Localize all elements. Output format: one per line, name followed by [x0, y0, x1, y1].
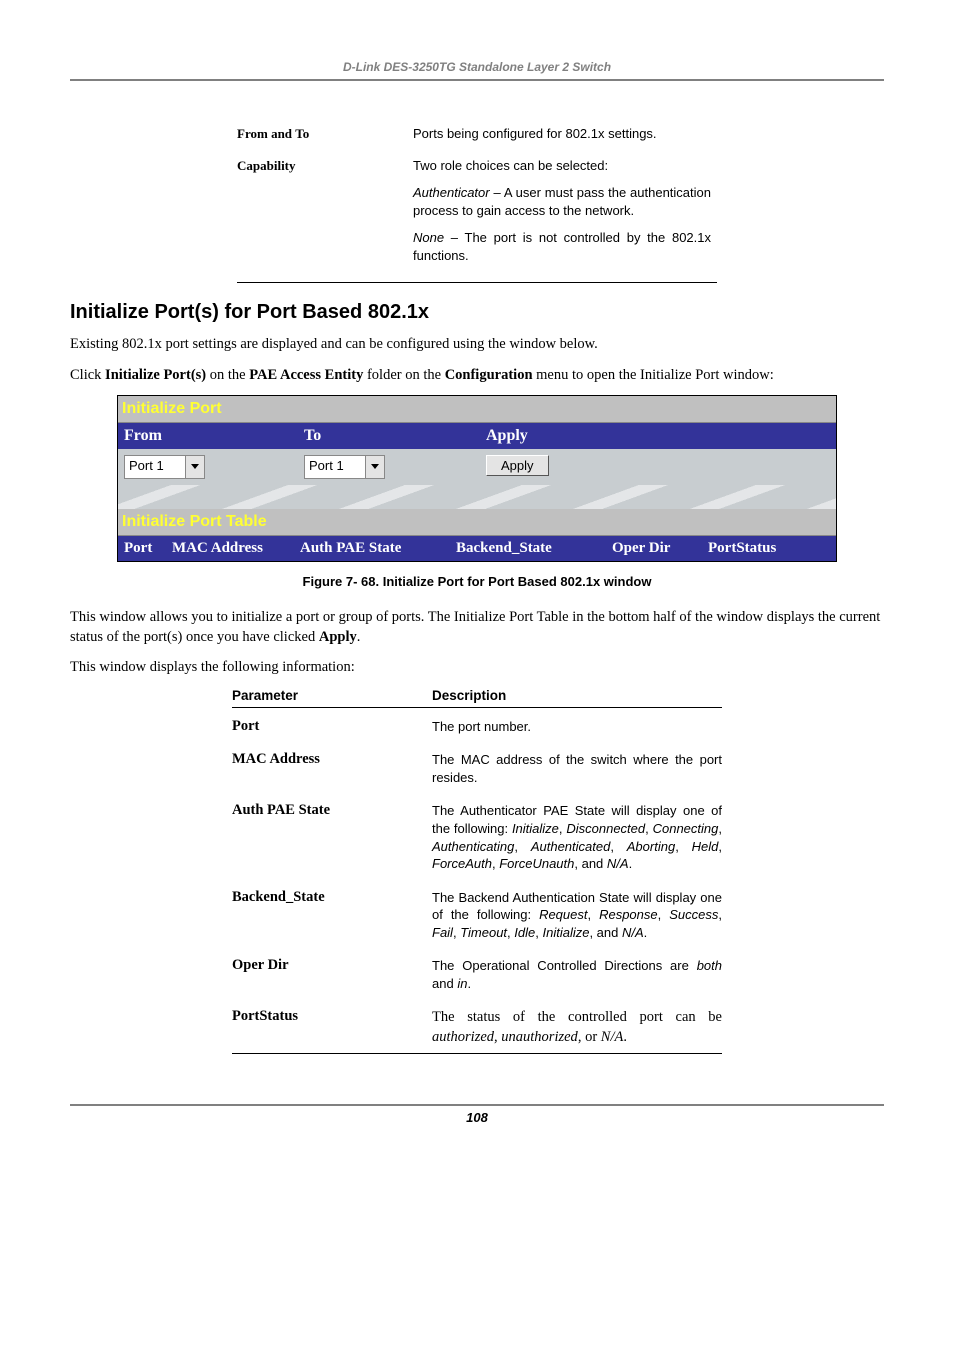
para-1: Existing 802.1x port settings are displa…	[70, 334, 884, 354]
param2-desc-extra2: None – The port is not controlled by the…	[413, 229, 717, 274]
param2-desc-extra1: Authenticator – A user must pass the aut…	[413, 184, 717, 229]
head-parameter: Parameter	[232, 688, 432, 703]
page-number: 108	[70, 1104, 884, 1125]
col-port-status: PortStatus	[702, 536, 836, 561]
chevron-down-icon[interactable]	[365, 456, 384, 478]
figure-caption: Figure 7- 68. Initialize Port for Port B…	[70, 574, 884, 589]
para-2: Click Initialize Port(s) on the PAE Acce…	[70, 365, 884, 385]
d-port: The port number.	[432, 718, 722, 736]
para-3: This window allows you to initialize a p…	[70, 607, 884, 648]
col-backend: Backend_State	[450, 536, 606, 561]
hdr-apply: Apply	[480, 423, 836, 449]
para-4: This window displays the following infor…	[70, 657, 884, 677]
d-port-status: The status of the controlled port can be…	[432, 1008, 722, 1047]
param1-desc: Ports being configured for 802.1x settin…	[413, 121, 717, 153]
d-backend: The Backend Authentication State will di…	[432, 889, 722, 942]
col-mac: MAC Address	[166, 536, 294, 561]
col-oper-dir: Oper Dir	[606, 536, 702, 561]
table-row: Oper Dir The Operational Controlled Dire…	[232, 947, 722, 998]
table-row: Port The port number.	[232, 708, 722, 742]
table-row: Backend_State The Backend Authentication…	[232, 879, 722, 948]
table-row: MAC Address The MAC address of the switc…	[232, 741, 722, 792]
param-table2-head: Parameter Description	[232, 688, 722, 708]
param-table-2: Parameter Description Port The port numb…	[232, 688, 722, 1055]
apply-button[interactable]: Apply	[486, 455, 549, 476]
d-auth-pae: The Authenticator PAE State will display…	[432, 802, 722, 872]
to-select[interactable]: Port 1	[304, 455, 385, 479]
param2-name: Capability	[237, 153, 413, 185]
p-auth-pae: Auth PAE State	[232, 802, 432, 819]
param-table-1: From and To Ports being configured for 8…	[237, 121, 717, 274]
from-select[interactable]: Port 1	[124, 455, 205, 479]
initialize-port-screenshot: Initialize Port From To Apply Port 1 Por…	[117, 395, 837, 562]
doc-header: D-Link DES-3250TG Standalone Layer 2 Swi…	[70, 60, 884, 79]
hdr-to: To	[298, 423, 480, 449]
header-rule	[70, 79, 884, 81]
col-port: Port	[118, 536, 166, 561]
p-backend: Backend_State	[232, 889, 432, 906]
head-description: Description	[432, 688, 506, 703]
table-row: PortStatus The status of the controlled …	[232, 998, 722, 1054]
controls-row: Port 1 Port 1 Apply	[118, 449, 836, 485]
table-row: Auth PAE State The Authenticator PAE Sta…	[232, 792, 722, 878]
panel2-title: Initialize Port Table	[118, 509, 836, 536]
header-row: From To Apply	[118, 423, 836, 449]
chevron-down-icon[interactable]	[185, 456, 204, 478]
p-mac: MAC Address	[232, 751, 432, 768]
p-oper-dir: Oper Dir	[232, 957, 432, 974]
port-table-header: Port MAC Address Auth PAE State Backend_…	[118, 536, 836, 561]
section-heading: Initialize Port(s) for Port Based 802.1x	[70, 301, 884, 324]
param-table1-rule	[237, 282, 717, 283]
d-oper-dir: The Operational Controlled Directions ar…	[432, 957, 722, 992]
p-port: Port	[232, 718, 432, 735]
p-port-status: PortStatus	[232, 1008, 432, 1025]
hdr-from: From	[118, 423, 298, 449]
param1-name: From and To	[237, 121, 413, 153]
panel1-title: Initialize Port	[118, 396, 836, 423]
panel-divider	[118, 485, 836, 509]
from-select-value: Port 1	[125, 456, 185, 478]
to-select-value: Port 1	[305, 456, 365, 478]
d-mac: The MAC address of the switch where the …	[432, 751, 722, 786]
col-auth-pae: Auth PAE State	[294, 536, 450, 561]
param2-desc: Two role choices can be selected:	[413, 153, 717, 185]
